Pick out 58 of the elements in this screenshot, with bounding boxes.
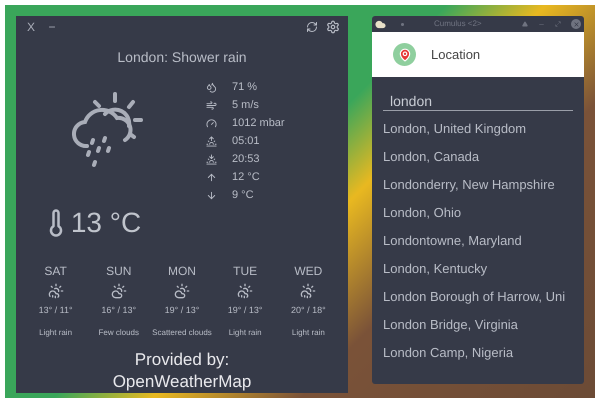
detail-value: 1012 mbar [232,116,285,131]
close-icon[interactable] [571,19,581,29]
triangle-icon[interactable] [522,21,528,27]
wind-icon [206,100,216,110]
forecast-description: Light rain [228,326,262,338]
droplets-icon [206,82,216,92]
sunset-icon [206,154,216,164]
arrow-up-icon [206,172,216,182]
gauge-icon [206,118,216,128]
forecast-description: Scattered clouds [152,326,212,338]
detail-value: 12 °C [232,170,260,185]
forecast-description: Light rain [292,326,325,338]
cloud-sun-icon [174,283,190,299]
map-pin-icon [393,43,416,66]
settings-icon[interactable] [326,20,340,34]
location-result[interactable]: London Borough of Harrow, Uni [372,283,584,311]
window-title: Cumulus <2> [434,18,482,30]
forecast-day: WED [294,262,322,280]
close-button[interactable]: X [24,18,38,36]
forecast-temps: 13° / 11° [38,304,73,317]
location-result[interactable]: Londonderry, New Hampshire [372,171,584,199]
forecast-description: Light rain [39,326,72,338]
location-result[interactable]: London Bridge, Virginia [372,311,584,339]
sunrise-icon [206,136,216,146]
refresh-icon[interactable] [306,21,318,33]
forecast-temps: 16° / 13° [101,304,136,317]
temperature: 13 °C [70,206,142,240]
forecast-day: MON [168,262,196,280]
detail-value: 05:01 [232,134,260,149]
detail-value: 20:53 [232,152,260,167]
cloud-sun-icon [110,283,127,299]
location-result[interactable]: London, Ohio [372,199,584,227]
location-result[interactable]: London, Canada [372,143,584,171]
cloud-sun-rain-icon [48,283,64,299]
forecast-day: TUE [233,262,258,280]
detail-value: 5 m/s [232,98,259,113]
arrow-down-icon [206,190,216,200]
forecast-day: SUN [106,262,132,280]
location-result[interactable]: London Camp, Nigeria [372,339,584,367]
location-result[interactable]: London, United Kingdom [372,115,584,143]
detail-value: 9 °C [232,188,254,203]
location-result[interactable]: Londontowne, Maryland [372,227,584,255]
detail-value: 71 % [232,80,258,95]
cloud-sun-rain-icon [300,283,316,299]
provider-text: OpenWeatherMap [112,370,252,392]
forecast-description: Few clouds [98,326,140,338]
cloud-icon [375,18,386,30]
location-result[interactable]: London, Kentucky [372,255,584,283]
forecast-day: SAT [44,262,67,280]
forecast-temps: 20° / 18° [290,304,326,317]
forecast-temps: 19° / 13° [228,304,263,317]
weather-title: London: Shower rain [116,48,248,67]
search-field[interactable]: london [383,85,573,111]
provider-text: Provided by: [134,348,230,370]
forecast-temps: 19° / 13° [164,304,200,317]
cloud-sun-rain-icon [237,283,254,299]
header-title: Location [431,46,480,64]
minimize-button[interactable]: − [42,18,62,36]
